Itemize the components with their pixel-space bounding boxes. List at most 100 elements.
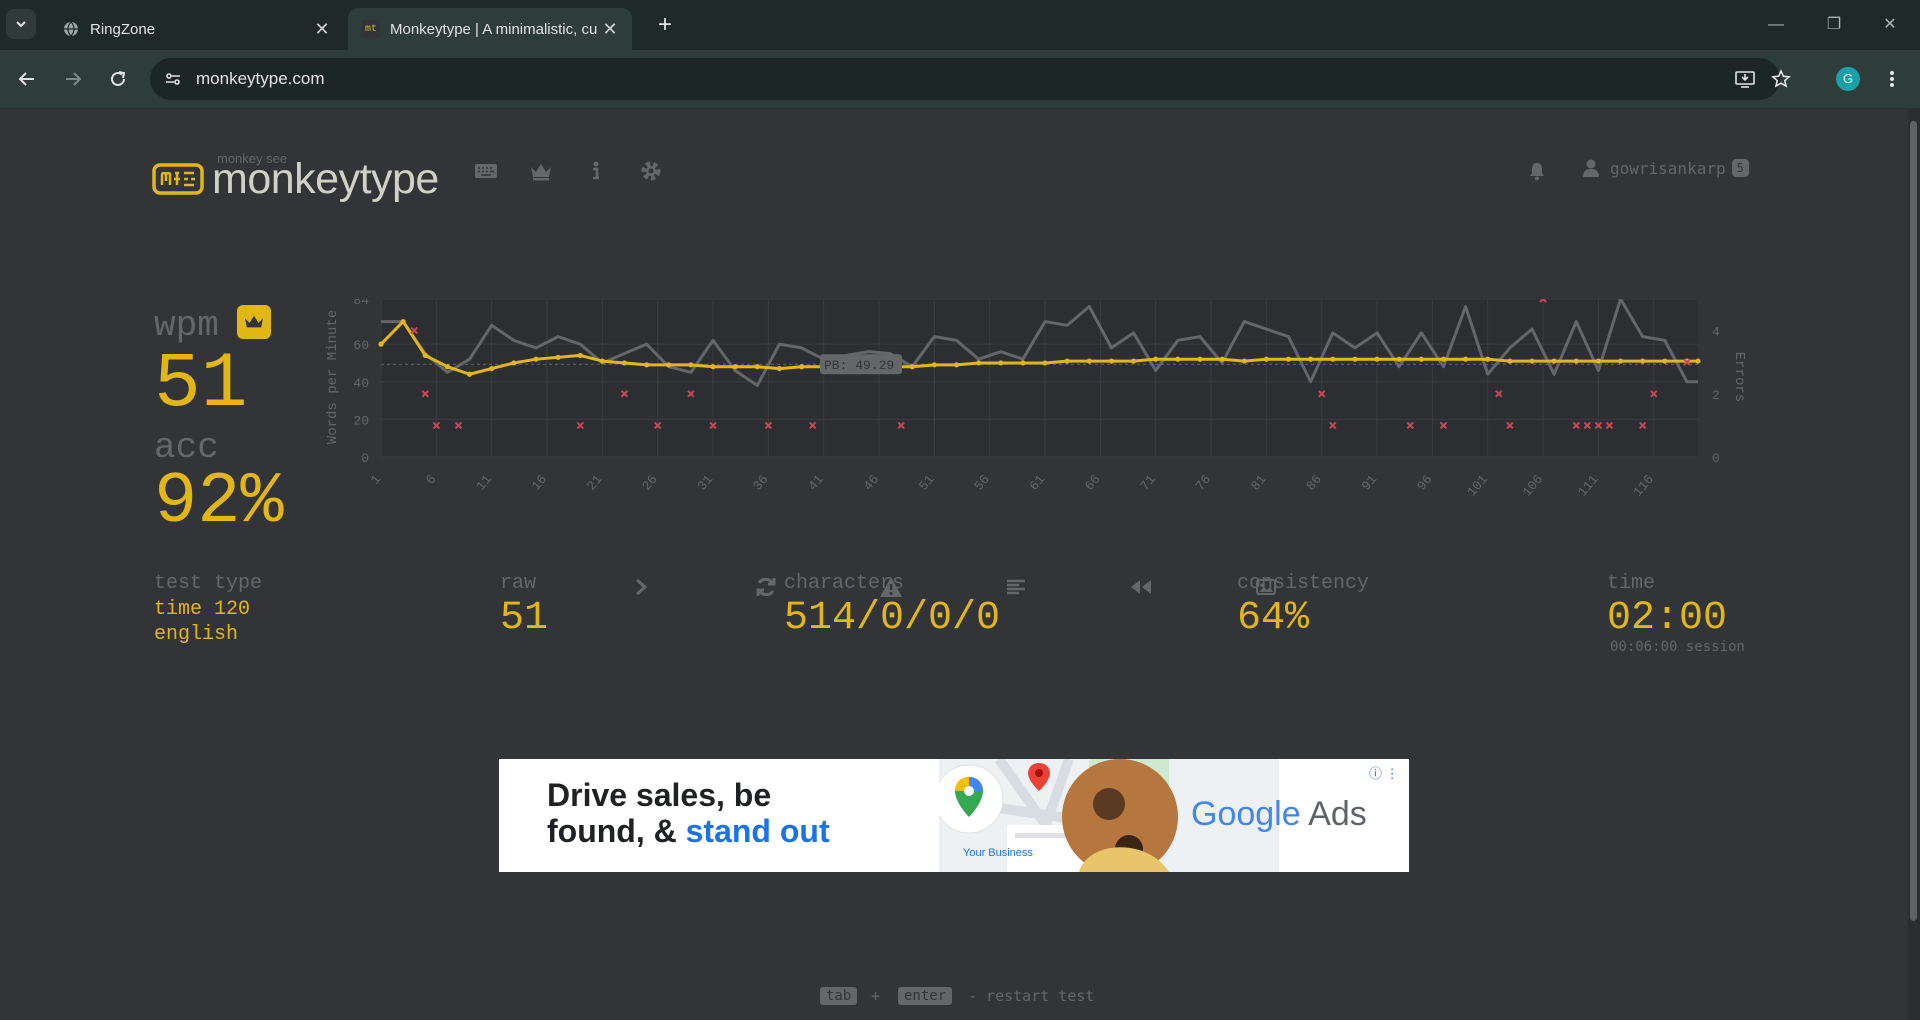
browser-menu-icon[interactable] [1882, 64, 1902, 94]
info-icon[interactable] [582, 157, 610, 185]
y2-axis-label: Errors [1731, 352, 1747, 402]
restore-button[interactable]: ❐ [1814, 10, 1854, 40]
y2-tick-label: 2 [1712, 388, 1720, 403]
ad-headline-line2: found, & [547, 813, 686, 849]
wpm-point [1418, 356, 1424, 362]
new-tab-button[interactable]: + [650, 10, 680, 40]
wpm-point [710, 364, 716, 370]
ad-info-icon[interactable]: ⓘ ⋮ [1369, 763, 1399, 782]
time-value: 02:00 [1607, 596, 1728, 641]
report-button[interactable] [876, 572, 906, 602]
x-tick-label: 81 [1248, 472, 1270, 494]
wpm-point [976, 360, 982, 366]
wpm-point [1153, 356, 1159, 362]
profile-avatar[interactable]: G [1836, 67, 1860, 91]
screenshot-icon [1256, 579, 1276, 595]
raw-label: raw [500, 572, 537, 595]
wpm-point [998, 360, 1004, 366]
x-tick-label: 76 [1193, 472, 1215, 494]
y2-tick-label: 4 [1712, 325, 1720, 340]
wpm-point [1352, 356, 1358, 362]
scrollbar-thumb[interactable] [1910, 121, 1917, 921]
globe-icon [62, 20, 80, 38]
advertisement-banner[interactable]: Drive sales, be found, & stand out Your … [499, 759, 1409, 872]
warning-icon [880, 577, 902, 597]
x-tick-label: 11 [473, 472, 495, 494]
raw-value: 51 [500, 596, 549, 641]
wpm-point [909, 364, 915, 370]
wpm-point [555, 354, 561, 360]
restart-button[interactable] [751, 572, 781, 602]
wpm-point [1308, 356, 1314, 362]
replay-button[interactable] [1126, 572, 1156, 602]
wpm-point [400, 318, 406, 325]
address-bar[interactable]: monkeytype.com [150, 58, 1791, 100]
wpm-point [489, 365, 495, 372]
minimize-button[interactable]: — [1756, 10, 1796, 40]
wpm-point [1529, 358, 1535, 364]
ad-brand-google: Google [1191, 795, 1301, 833]
ad-headline: Drive sales, be found, & stand out [547, 777, 830, 849]
y-tick-label: 60 [353, 338, 369, 353]
wpm-point [1573, 358, 1579, 364]
wpm-point [1617, 358, 1624, 364]
test-type-label: test type [154, 572, 263, 595]
wpm-point [1175, 356, 1181, 362]
x-tick-label: 21 [584, 472, 606, 494]
bookmark-star-icon[interactable] [1770, 68, 1792, 90]
tab-ringzone[interactable]: RingZone ✕ [48, 8, 344, 50]
username: gowrisankarp [1610, 158, 1726, 178]
screenshot-button[interactable] [1251, 572, 1281, 602]
x-tick-label: 66 [1082, 472, 1104, 494]
x-tick-label: 91 [1359, 472, 1381, 494]
x-tick-label: 86 [1303, 472, 1325, 494]
arrow-right-icon [66, 72, 82, 86]
x-tick-label: 106 [1520, 472, 1547, 500]
tab-monkeytype[interactable]: mt Monkeytype | A minimalistic, cu ✕ [348, 8, 632, 50]
reload-button[interactable] [103, 64, 133, 94]
replay-icon [1131, 580, 1151, 594]
x-tick-label: 116 [1630, 472, 1657, 500]
level-badge: 5 [1731, 159, 1749, 177]
forward-button[interactable] [58, 64, 88, 94]
ad-your-business: Your Business [963, 847, 1033, 859]
close-window-button[interactable]: ✕ [1870, 10, 1910, 40]
tab-search-button[interactable] [6, 9, 36, 39]
site-settings-icon[interactable] [162, 68, 184, 90]
close-tab-icon[interactable]: ✕ [598, 19, 622, 40]
keyboard-icon[interactable] [472, 157, 500, 185]
next-test-button[interactable] [626, 572, 656, 602]
x-tick-label: 31 [695, 472, 717, 494]
reload-icon [111, 71, 126, 86]
bell-icon[interactable] [1523, 157, 1551, 185]
wpm-value: 51 [154, 341, 248, 429]
close-tab-icon[interactable]: ✕ [310, 19, 334, 40]
wpm-point [754, 364, 760, 370]
x-tick-label: 51 [916, 472, 938, 494]
account-button[interactable]: gowrisankarp 5 [1582, 158, 1749, 178]
wpm-point [444, 364, 451, 370]
back-button[interactable] [12, 64, 42, 94]
chevron-down-icon [16, 21, 26, 28]
words-history-button[interactable] [1001, 572, 1031, 602]
crown-icon[interactable] [527, 157, 555, 185]
wpm-point [666, 362, 672, 368]
user-icon [1583, 159, 1599, 177]
monkeytype-favicon: mt [362, 20, 380, 38]
monkeytype-page: monkey see monkeytype gowrisankarp 5 wpm… [0, 109, 1908, 1020]
wpm-point [1219, 356, 1225, 362]
wpm-chart: Words per Minute Errors 020406084 024 16… [325, 299, 1747, 500]
wpm-point [1108, 358, 1115, 364]
wpm-point [1197, 356, 1203, 362]
page-scrollbar[interactable] [1908, 109, 1920, 1020]
wpm-point [533, 356, 539, 362]
gear-icon[interactable] [637, 157, 665, 185]
arrow-left-icon [18, 72, 34, 86]
enter-key: enter [898, 987, 953, 1005]
install-app-icon[interactable] [1734, 68, 1756, 90]
y-tick-label: 20 [353, 413, 369, 428]
wpm-point [1285, 356, 1292, 362]
pb-label: PB: 49.29 [824, 358, 894, 373]
wpm-point [1396, 356, 1402, 362]
wpm-point [422, 352, 428, 359]
